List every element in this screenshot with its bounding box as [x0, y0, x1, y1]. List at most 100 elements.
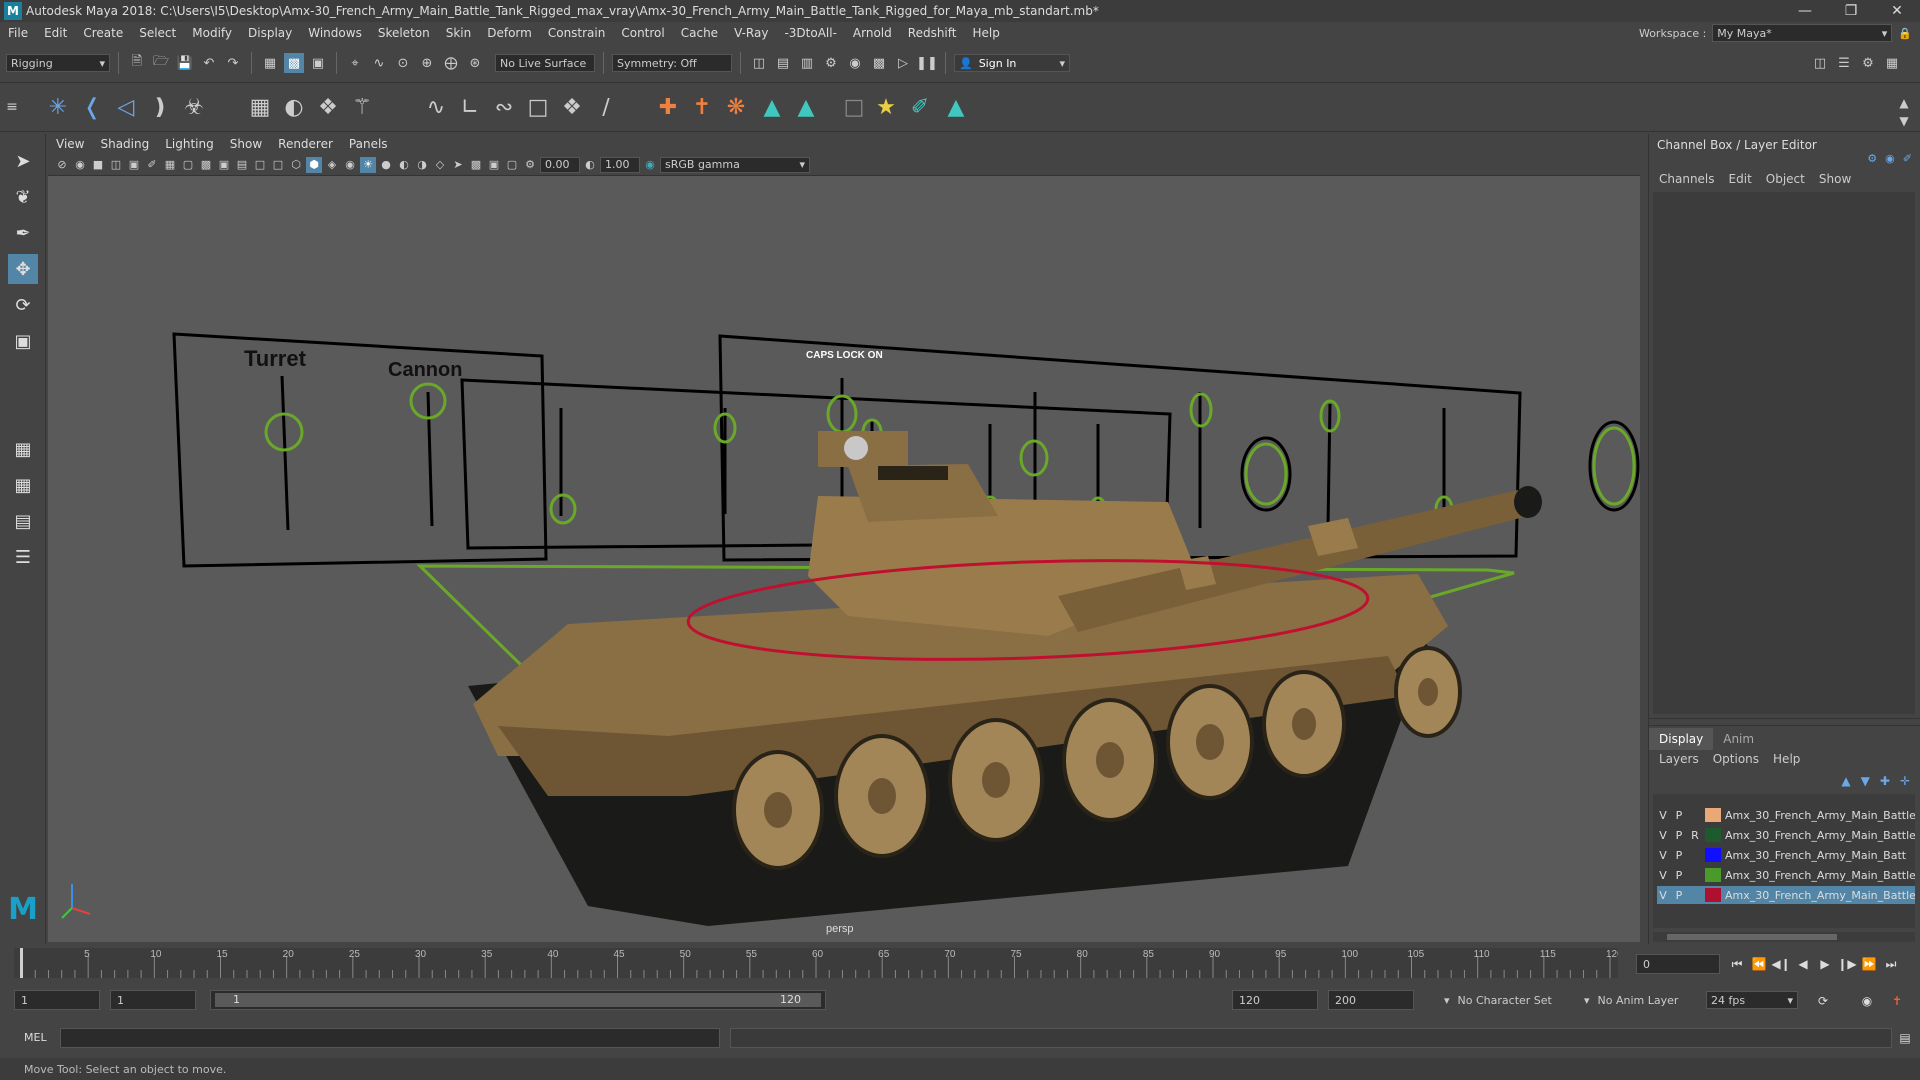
film-gate-icon[interactable]: ▢ [180, 157, 196, 173]
pause-icon[interactable]: ❚❚ [916, 53, 938, 73]
le-menu-layers[interactable]: Layers [1659, 752, 1699, 766]
ambient-occlusion-icon[interactable]: ◐ [396, 157, 412, 173]
attribute-editor-icon[interactable]: ☰ [1834, 53, 1854, 73]
current-time-marker[interactable] [20, 948, 23, 978]
le-menu-options[interactable]: Options [1713, 752, 1759, 766]
new-scene-icon[interactable]: 🗎 [127, 53, 147, 73]
channel-list[interactable] [1653, 192, 1915, 714]
vp-menu-renderer[interactable]: Renderer [270, 137, 341, 151]
play-backward-icon[interactable]: ◀ [1792, 954, 1814, 974]
cb-menu-show[interactable]: Show [1819, 172, 1851, 186]
menu-create[interactable]: Create [75, 26, 131, 40]
new-layer-selected-icon[interactable]: ✛ [1900, 774, 1910, 788]
display-layer-row[interactable]: V P Amx_30_French_Army_Main_Battle_Ta [1657, 806, 1915, 824]
slider-handle[interactable] [549, 493, 577, 525]
layer-tab-anim[interactable]: Anim [1713, 728, 1764, 750]
auto-key-icon[interactable]: ◉ [1856, 991, 1878, 1011]
layer-visibility-toggle[interactable]: V [1657, 869, 1669, 882]
constrain-parent-icon[interactable]: ∿ [422, 93, 450, 121]
snap-vertex-icon[interactable]: ⊛ [465, 53, 485, 73]
smooth-shade-icon[interactable]: ⬢ [306, 156, 322, 173]
select-component-icon[interactable]: ▣ [308, 53, 328, 73]
gamma-icon[interactable]: ◐ [582, 157, 598, 173]
camera-select-icon[interactable]: ⊘ [54, 157, 70, 173]
go-to-start-icon[interactable]: ⏮ [1726, 954, 1748, 974]
cb-menu-channels[interactable]: Channels [1659, 172, 1715, 186]
go-to-end-icon[interactable]: ⏭ [1880, 954, 1902, 974]
render-view-icon[interactable]: ▩ [869, 53, 889, 73]
isolate-select-icon[interactable]: ➤ [450, 157, 466, 173]
four-view-icon[interactable]: ▦ [8, 470, 38, 500]
menu-windows[interactable]: Windows [300, 26, 370, 40]
exposure-icon[interactable]: ⚙ [522, 157, 538, 173]
select-hierarchy-icon[interactable]: ▦ [260, 53, 280, 73]
vp-menu-lighting[interactable]: Lighting [157, 137, 222, 151]
color-management-icon[interactable]: ◉ [642, 157, 658, 173]
select-tool-icon[interactable]: ➤ [8, 146, 38, 176]
menu-display[interactable]: Display [240, 26, 300, 40]
display-layer-row-selected[interactable]: V P Amx_30_French_Army_Main_Battle_Tan [1657, 886, 1915, 904]
pose-icon[interactable]: ▲ [942, 93, 970, 121]
slider-handle-large[interactable] [1244, 442, 1288, 506]
channel-box-icon[interactable]: ⚙ [1867, 152, 1877, 165]
constrain-orient-icon[interactable]: ∾ [490, 93, 518, 121]
constrain-scale-icon[interactable]: □ [524, 93, 552, 121]
menu-skin[interactable]: Skin [438, 26, 480, 40]
cluster-icon[interactable]: ✝ [688, 93, 716, 121]
current-frame-field[interactable]: 0 [1636, 954, 1720, 974]
layer-playback-toggle[interactable]: P [1673, 829, 1685, 842]
menu-constrain[interactable]: Constrain [540, 26, 614, 40]
step-back-key-icon[interactable]: ⏪ [1748, 954, 1770, 974]
script-language-label[interactable]: MEL [24, 1031, 47, 1044]
vray-render-icon[interactable]: ▷ [893, 53, 913, 73]
playback-start-field[interactable]: 1 [110, 990, 196, 1010]
render-sequence-icon[interactable]: ▤ [773, 53, 793, 73]
layer-playback-toggle[interactable]: P [1673, 889, 1685, 902]
layer-visibility-toggle[interactable]: V [1657, 849, 1669, 862]
turret-control-frame[interactable] [172, 332, 548, 568]
view-transform-dropdown[interactable]: sRGB gamma ▾ [660, 156, 810, 173]
shadows-icon[interactable]: ● [378, 157, 394, 173]
menu-skeleton[interactable]: Skeleton [370, 26, 438, 40]
le-menu-help[interactable]: Help [1773, 752, 1800, 766]
paint-select-tool-icon[interactable]: ✒ [8, 218, 38, 248]
cb-menu-object[interactable]: Object [1766, 172, 1805, 186]
insert-joint-icon[interactable]: ❬ [78, 93, 106, 121]
shaded-wireframe-icon[interactable]: ◈ [324, 157, 340, 173]
grease-pencil-icon[interactable]: ✐ [144, 157, 160, 173]
menu-set-dropdown[interactable]: Rigging ▾ [6, 54, 110, 72]
field-chart-icon[interactable]: ▤ [234, 157, 250, 173]
menu-modify[interactable]: Modify [184, 26, 240, 40]
command-input[interactable] [60, 1028, 720, 1048]
display-layer-row[interactable]: V P Amx_30_French_Army_Main_Batt [1657, 846, 1915, 864]
panel-splitter[interactable] [1649, 718, 1920, 726]
2d-pan-icon[interactable]: ▣ [126, 157, 142, 173]
wrap-icon[interactable]: ⚚ [348, 93, 376, 121]
shelf-menu-icon[interactable]: ≡ [4, 93, 20, 121]
textured-icon[interactable]: ◉ [342, 157, 358, 173]
layer-playback-toggle[interactable]: P [1673, 849, 1685, 862]
lock-icon[interactable]: 🔒 [1898, 27, 1912, 40]
menu-file[interactable]: File [0, 26, 36, 40]
redo-icon[interactable]: ↷ [223, 53, 243, 73]
constrain-pole-icon[interactable]: ∕ [592, 93, 620, 121]
gate-mask-icon[interactable]: ▣ [216, 157, 232, 173]
open-scene-icon[interactable]: 🗁 [151, 53, 171, 73]
rotate-tool-icon[interactable]: ⟳ [8, 290, 38, 320]
menu-vray[interactable]: V-Ray [726, 26, 776, 40]
layer-visibility-toggle[interactable]: V [1657, 809, 1669, 822]
vp-menu-view[interactable]: View [48, 137, 92, 151]
snap-view-icon[interactable]: ⊕ [417, 53, 437, 73]
close-icon[interactable]: ✕ [1874, 0, 1920, 22]
paint-tool-icon[interactable]: ✐ [906, 93, 934, 121]
motion-blur-icon[interactable]: ◑ [414, 157, 430, 173]
restore-icon[interactable]: ❐ [1828, 0, 1874, 22]
bookmark-icon[interactable]: ■ [90, 157, 106, 173]
character-set-dropdown[interactable]: ▾ No Character Set [1440, 991, 1580, 1009]
grid-icon[interactable]: ▦ [162, 157, 178, 173]
layer-reference-toggle[interactable]: R [1689, 829, 1701, 842]
menu-3dtoall[interactable]: -3DtoAll- [776, 26, 844, 40]
locator-icon[interactable]: ✚ [654, 93, 682, 121]
menu-cache[interactable]: Cache [673, 26, 726, 40]
loop-icon[interactable]: ⟳ [1812, 991, 1834, 1011]
